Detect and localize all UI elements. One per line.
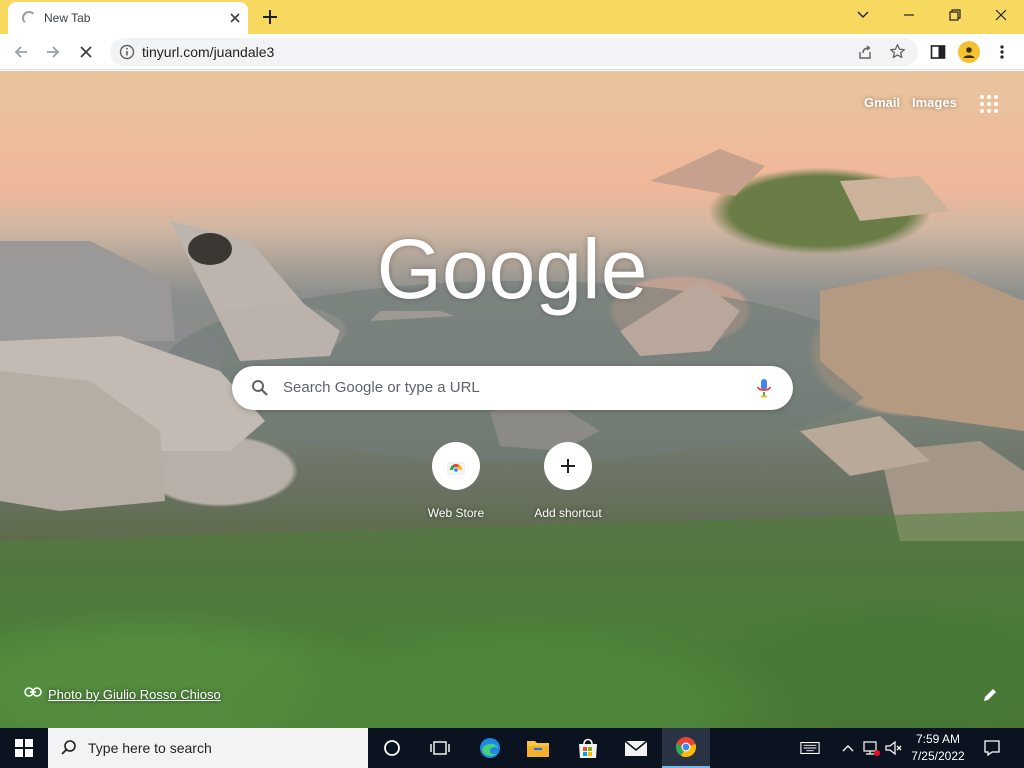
search-icon — [250, 378, 270, 398]
browser-toolbar: tinyurl.com/juandale3 — [0, 34, 1024, 70]
site-info-icon[interactable] — [119, 44, 135, 65]
new-tab-button[interactable] — [258, 5, 282, 29]
edge-browser-icon[interactable] — [466, 728, 514, 768]
shortcut-label: Web Store — [427, 506, 485, 520]
webstore-icon — [432, 442, 480, 490]
tab-title: New Tab — [44, 11, 91, 25]
taskbar-search-placeholder[interactable]: Type here to search — [88, 740, 212, 756]
cortana-circle-icon[interactable] — [368, 728, 416, 768]
photo-credit-link[interactable]: Photo by Giulio Rosso Chioso — [48, 687, 221, 702]
stop-loading-icon[interactable] — [73, 39, 99, 65]
photo-credit[interactable]: Photo by Giulio Rosso Chioso — [24, 685, 221, 703]
voice-search-mic-icon[interactable] — [754, 377, 774, 399]
chrome-taskbar-icon[interactable] — [662, 728, 710, 768]
clock-time: 7:59 AM — [915, 732, 961, 746]
tab-close-icon[interactable] — [226, 9, 244, 27]
bookmark-star-icon[interactable] — [889, 43, 906, 65]
search-box[interactable]: Search Google or type a URL — [232, 366, 793, 410]
file-explorer-icon[interactable] — [514, 728, 562, 768]
back-arrow-icon[interactable] — [8, 39, 34, 65]
kebab-menu-icon[interactable] — [989, 39, 1015, 65]
volume-muted-icon[interactable] — [884, 738, 904, 758]
restore-icon[interactable] — [932, 0, 978, 30]
tab-search-chevron-icon[interactable] — [840, 0, 886, 30]
customize-pencil-icon[interactable] — [982, 687, 1002, 707]
windows-taskbar: Type here to search 7:59 AM 7/25/2022 — [0, 728, 1024, 768]
show-hidden-icons-chevron-icon[interactable] — [838, 738, 858, 758]
clock-date: 7/25/2022 — [911, 749, 965, 763]
side-panel-icon[interactable] — [925, 39, 951, 65]
keyboard-icon[interactable] — [800, 738, 820, 758]
taskbar-search-box[interactable]: Type here to search — [48, 728, 368, 768]
notifications-icon[interactable] — [982, 738, 1002, 758]
shortcut-add[interactable]: Add shortcut — [512, 442, 624, 530]
tab-strip: New Tab — [0, 0, 1024, 34]
task-view-icon[interactable] — [416, 728, 464, 768]
system-clock[interactable]: 7:59 AM 7/25/2022 — [904, 731, 972, 765]
network-icon[interactable] — [861, 738, 881, 758]
images-link[interactable]: Images — [912, 95, 957, 110]
plus-icon — [544, 442, 592, 490]
tab-new-tab[interactable]: New Tab — [8, 2, 248, 34]
forward-arrow-icon[interactable] — [40, 39, 66, 65]
gmail-link[interactable]: Gmail — [864, 95, 900, 110]
search-input[interactable]: Search Google or type a URL — [283, 379, 480, 396]
share-icon[interactable] — [857, 44, 873, 65]
new-tab-page: Gmail Images Google Search Google or typ… — [0, 71, 1024, 728]
google-apps-icon[interactable] — [979, 94, 999, 114]
start-windows-icon[interactable] — [0, 728, 48, 768]
omnibox-url[interactable]: tinyurl.com/juandale3 — [142, 44, 274, 60]
mail-icon[interactable] — [612, 728, 660, 768]
omnibox[interactable]: tinyurl.com/juandale3 — [110, 38, 918, 66]
loading-spinner-icon — [22, 11, 36, 25]
shortcut-web-store[interactable]: Web Store — [400, 442, 512, 530]
close-window-icon[interactable] — [978, 0, 1024, 30]
shortcut-label: Add shortcut — [534, 506, 602, 520]
profile-avatar[interactable] — [958, 41, 980, 63]
search-icon — [60, 739, 78, 762]
link-icon — [24, 685, 42, 703]
google-logo: Google — [376, 222, 648, 316]
minimize-icon[interactable] — [886, 0, 932, 30]
microsoft-store-icon[interactable] — [564, 728, 612, 768]
